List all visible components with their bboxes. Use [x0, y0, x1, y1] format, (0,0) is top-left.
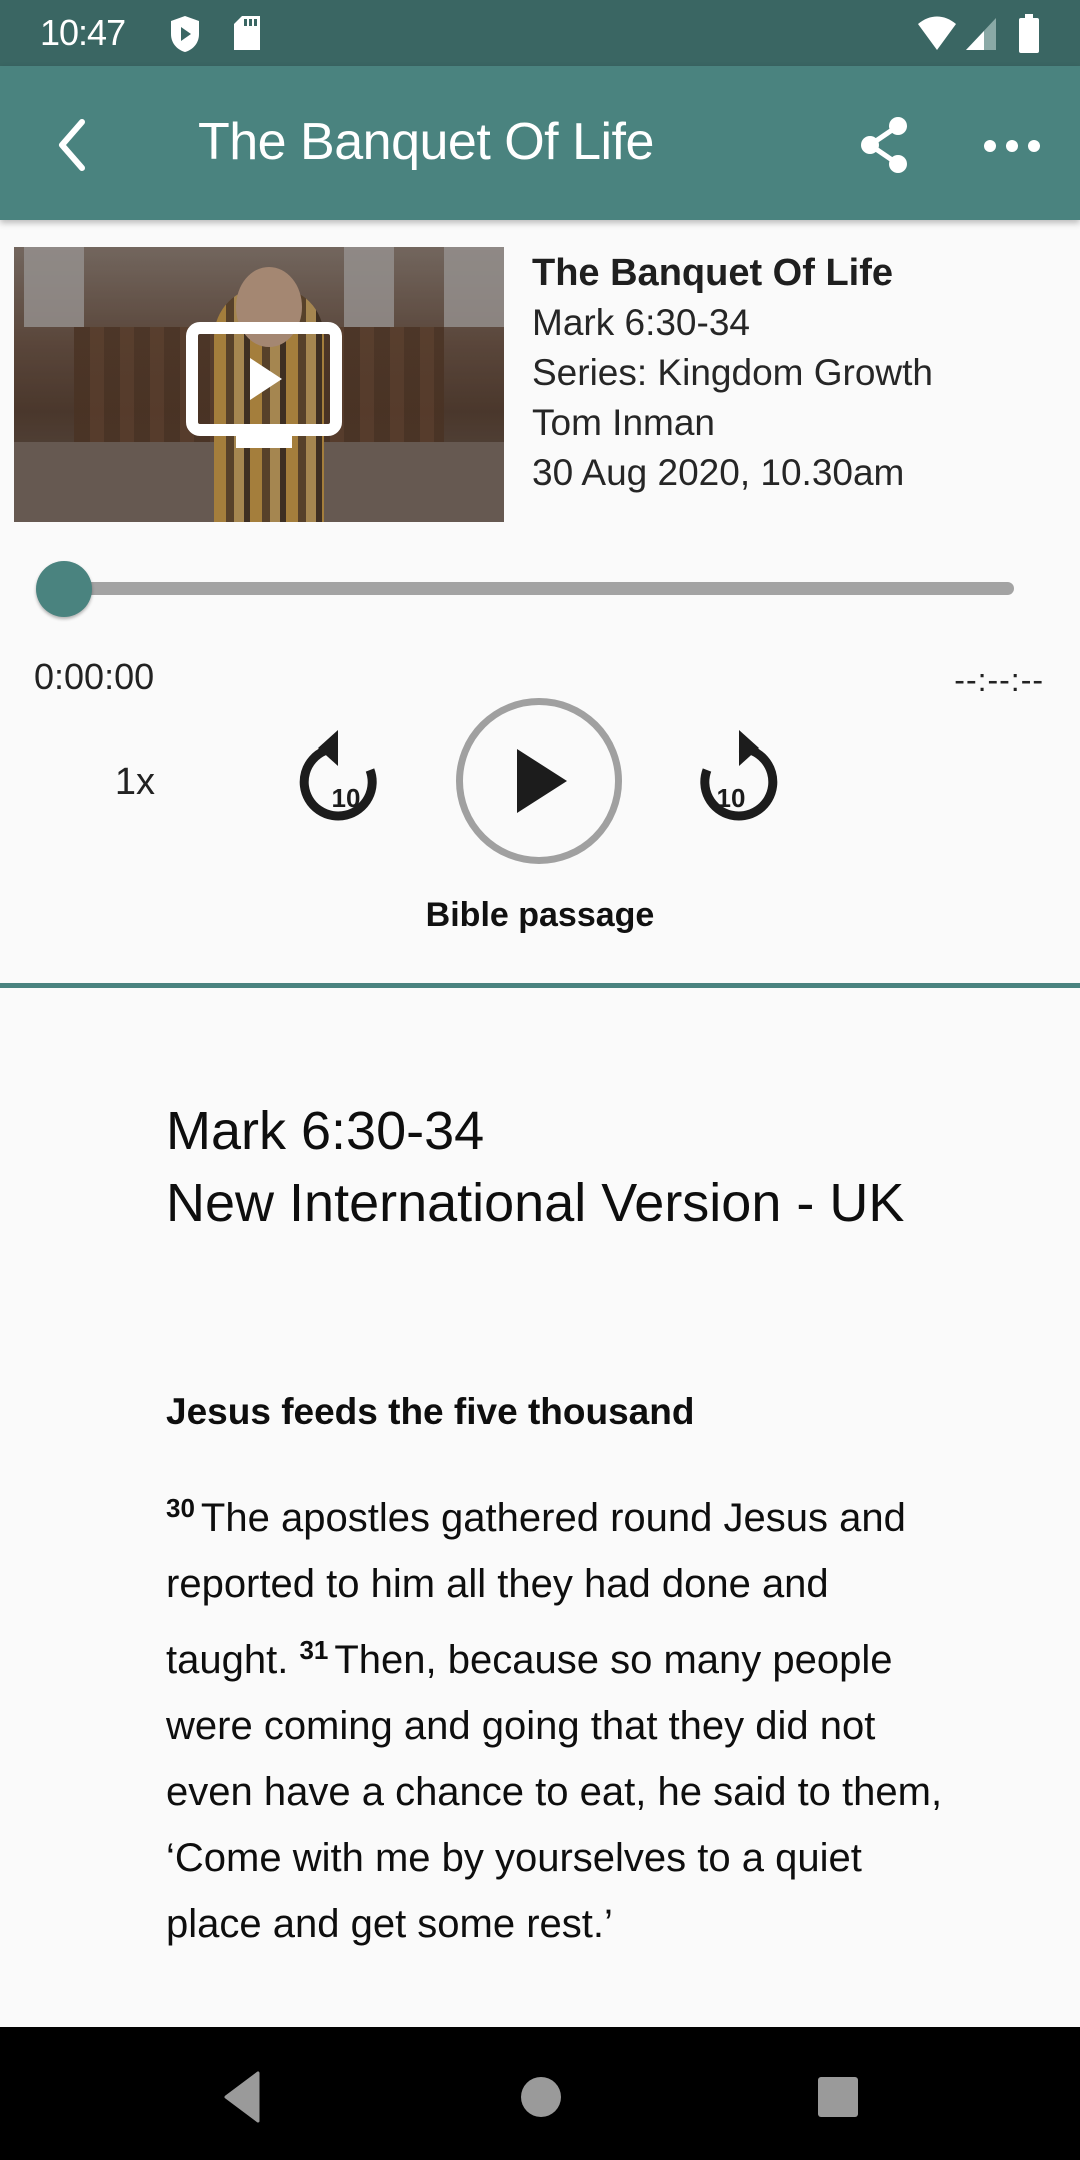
rewind-10-icon: 10: [299, 730, 377, 821]
total-time: --:--:--: [954, 662, 1044, 698]
video-play-icon: [186, 322, 342, 448]
sermon-series: Series: Kingdom Growth: [532, 352, 934, 393]
share-icon: [861, 117, 907, 173]
share-button[interactable]: [848, 110, 918, 180]
nav-home-button[interactable]: [511, 2067, 571, 2127]
shield-play-icon: [168, 14, 202, 59]
sermon-passage: Mark 6:30-34: [532, 302, 750, 343]
tab-indicator: [0, 983, 1080, 988]
verse-number: 31: [299, 1635, 329, 1665]
page-title: The Banquet Of Life: [198, 113, 654, 171]
playback-speed-button[interactable]: 1x: [100, 752, 170, 812]
seek-thumb[interactable]: [36, 561, 92, 617]
tab-bible-passage[interactable]: Bible passage: [0, 896, 1080, 935]
sermon-title: The Banquet Of Life: [532, 252, 893, 294]
status-bar: 10:47: [0, 0, 1080, 66]
verse-paragraph: 30 The apostles gathered round Jesus and …: [166, 1475, 956, 1957]
wifi-icon: [916, 16, 958, 57]
seek-bar[interactable]: [64, 582, 1014, 595]
back-button[interactable]: [40, 110, 110, 180]
more-horizontal-icon: [984, 140, 1040, 152]
forward-10-icon: 10: [700, 730, 778, 821]
forward-10-button[interactable]: 10: [683, 720, 779, 830]
passage-reference: Mark 6:30-34: [166, 1101, 485, 1161]
rewind-10-button[interactable]: 10: [298, 720, 394, 830]
back-chevron-icon: [59, 119, 85, 171]
status-time: 10:47: [40, 12, 126, 53]
back-triangle-icon: [224, 2071, 260, 2123]
current-time: 0:00:00: [34, 656, 155, 697]
nav-back-button[interactable]: [214, 2067, 274, 2127]
play-icon: [517, 749, 567, 813]
more-options-button[interactable]: [978, 110, 1048, 180]
system-nav-bar: [0, 2027, 1080, 2160]
app-bar: The Banquet Of Life: [0, 66, 1080, 220]
sermon-date: 30 Aug 2020, 10.30am: [532, 452, 905, 493]
recents-square-icon: [818, 2077, 858, 2117]
rewind-seconds-label: 10: [332, 783, 361, 813]
video-thumbnail[interactable]: [14, 247, 504, 522]
section-heading: Jesus feeds the five thousand: [166, 1391, 695, 1432]
bible-passage: Mark 6:30-34 New International Version -…: [166, 1095, 966, 1957]
battery-icon: [1018, 14, 1040, 59]
sermon-info: The Banquet Of Life Mark 6:30-34 Series:…: [532, 248, 933, 498]
nav-recents-button[interactable]: [808, 2067, 868, 2127]
play-button[interactable]: [456, 698, 622, 864]
verse-text: Then, because so many people were coming…: [166, 1638, 943, 1946]
forward-seconds-label: 10: [717, 783, 746, 813]
sd-card-icon: [232, 14, 262, 57]
sermon-speaker: Tom Inman: [532, 402, 716, 443]
passage-version: New International Version - UK: [166, 1173, 905, 1233]
home-circle-icon: [521, 2077, 561, 2117]
cell-signal-icon: [964, 16, 998, 57]
verse-number: 30: [166, 1493, 195, 1523]
